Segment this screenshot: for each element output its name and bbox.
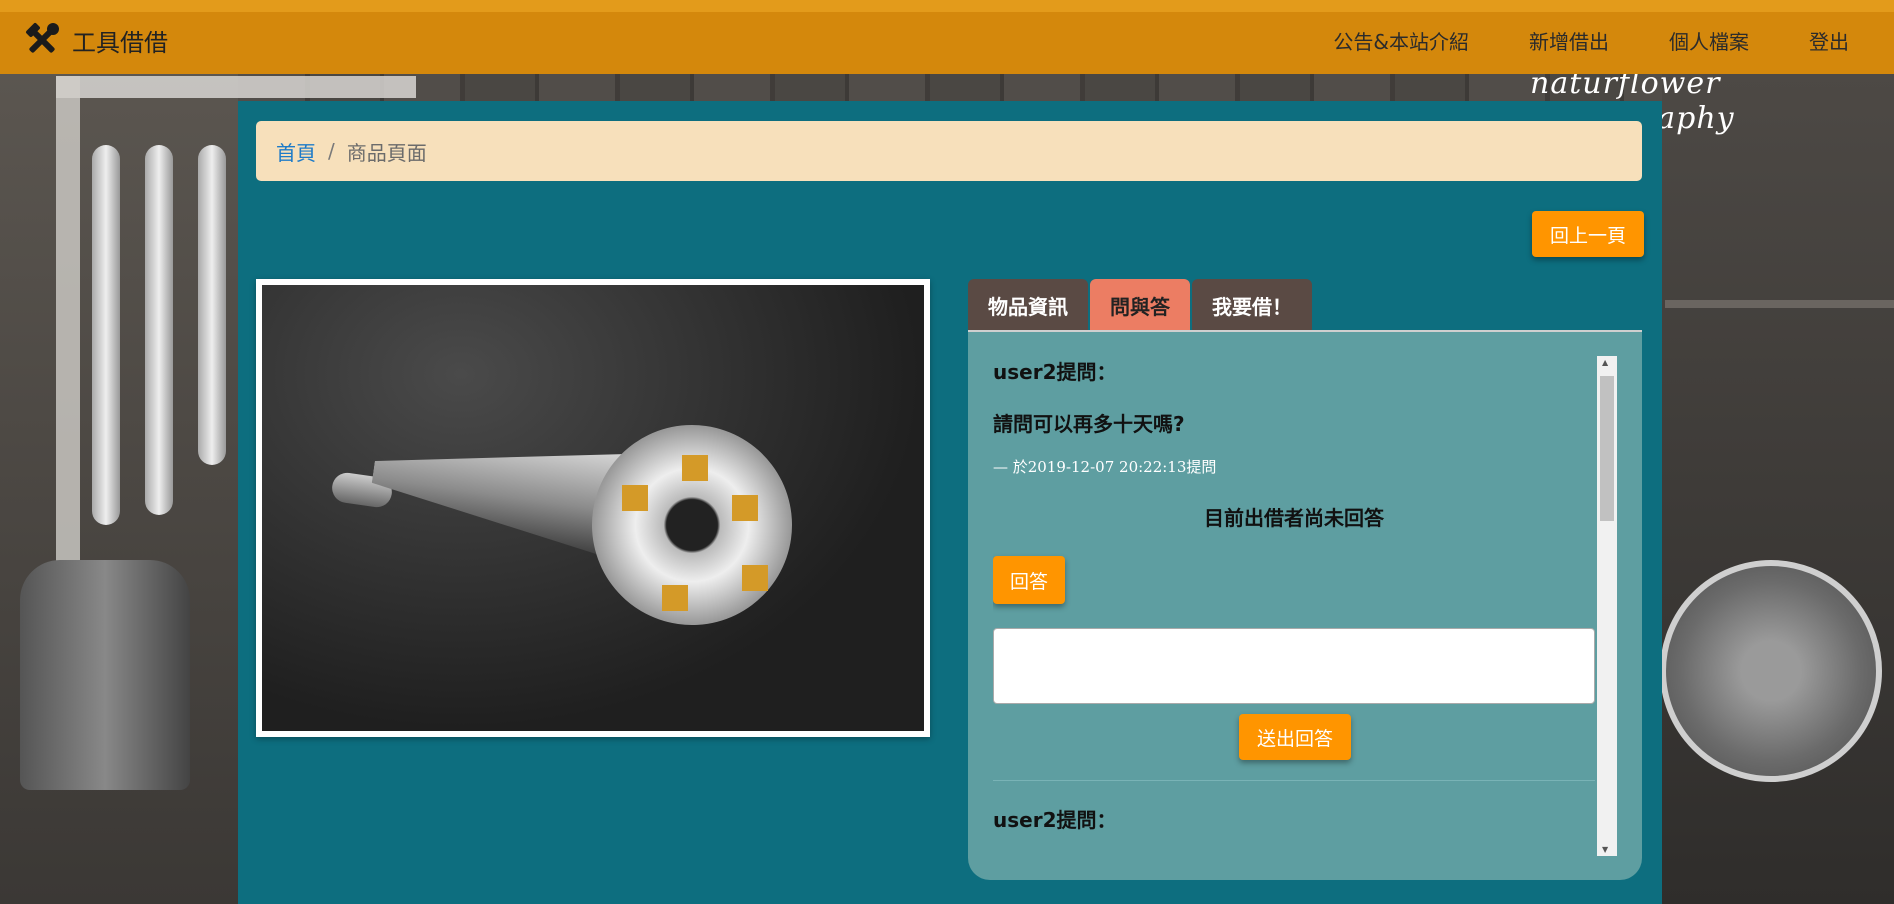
- breadcrumb-current: 商品頁面: [346, 140, 427, 165]
- breadcrumb-separator: /: [328, 139, 335, 163]
- product-image-frame: [256, 279, 930, 737]
- tool-insert: [742, 565, 768, 591]
- brand[interactable]: 工具借借: [22, 20, 168, 60]
- background-wrench: [198, 145, 226, 465]
- product-image: [262, 285, 924, 731]
- scroll-down-icon[interactable]: ▼: [1602, 845, 1608, 854]
- tab-bar: 物品資訊 問與答 我要借！: [968, 279, 1314, 331]
- back-button[interactable]: 回上一頁: [1532, 211, 1644, 257]
- scroll-up-icon[interactable]: ▲: [1602, 358, 1608, 367]
- answer-status: 目前出借者尚未回答: [1204, 506, 1384, 530]
- question-author: user2提問：: [993, 808, 1117, 832]
- answer-textarea[interactable]: [993, 628, 1595, 704]
- nav-links: 公告&本站介紹 新增借出 個人檔案 登出: [1333, 26, 1849, 55]
- background-oil-can: [20, 560, 190, 790]
- background-ruler-vertical: [56, 76, 80, 596]
- tool-insert: [732, 495, 758, 521]
- background-wrench: [145, 145, 173, 515]
- qa-scrollbar[interactable]: ▲ ▼: [1597, 356, 1617, 856]
- question-timestamp: — 於2019-12-07 20:22:13提問: [993, 458, 1217, 476]
- tool-insert: [662, 585, 688, 611]
- tab-qa[interactable]: 問與答: [1090, 279, 1190, 331]
- nav-link-new-lend[interactable]: 新增借出: [1529, 26, 1609, 55]
- qa-panel: user2提問： 請問可以再多十天嗎? — 於2019-12-07 20:22:…: [968, 332, 1642, 880]
- background-wrench: [92, 145, 120, 525]
- breadcrumb-home-link[interactable]: 首頁: [276, 137, 316, 166]
- nav-link-logout[interactable]: 登出: [1809, 26, 1849, 55]
- nav-link-profile[interactable]: 個人檔案: [1669, 26, 1749, 55]
- tab-borrow[interactable]: 我要借！: [1192, 279, 1312, 331]
- background-fan: [1660, 560, 1882, 782]
- nav-link-announcements[interactable]: 公告&本站介紹: [1333, 26, 1469, 55]
- send-answer-button[interactable]: 送出回答: [1239, 714, 1351, 760]
- tab-item-info[interactable]: 物品資訊: [968, 279, 1088, 331]
- top-navbar: 工具借借 公告&本站介紹 新增借出 個人檔案 登出: [0, 0, 1894, 74]
- tool-insert: [682, 455, 708, 481]
- main-container: 首頁 / 商品頁面 回上一頁 物品資訊 問與答 我要借！ user2提問： 請問…: [238, 101, 1662, 904]
- brand-title: 工具借借: [72, 28, 168, 57]
- answer-button[interactable]: 回答: [993, 556, 1065, 604]
- breadcrumb: 首頁 / 商品頁面: [256, 121, 1642, 181]
- hammer-wrench-icon: [26, 23, 59, 53]
- question-text: 請問可以再多十天嗎?: [993, 412, 1185, 436]
- qa-scroll-area[interactable]: user2提問： 請問可以再多十天嗎? — 於2019-12-07 20:22:…: [993, 356, 1595, 856]
- question-author: user2提問：: [993, 360, 1117, 384]
- background-shelf: [1665, 300, 1894, 308]
- qa-divider: [993, 780, 1595, 781]
- scroll-thumb[interactable]: [1600, 376, 1614, 521]
- background-ruler: [56, 76, 416, 98]
- tool-insert: [622, 485, 648, 511]
- tool-cutter-head: [579, 412, 805, 638]
